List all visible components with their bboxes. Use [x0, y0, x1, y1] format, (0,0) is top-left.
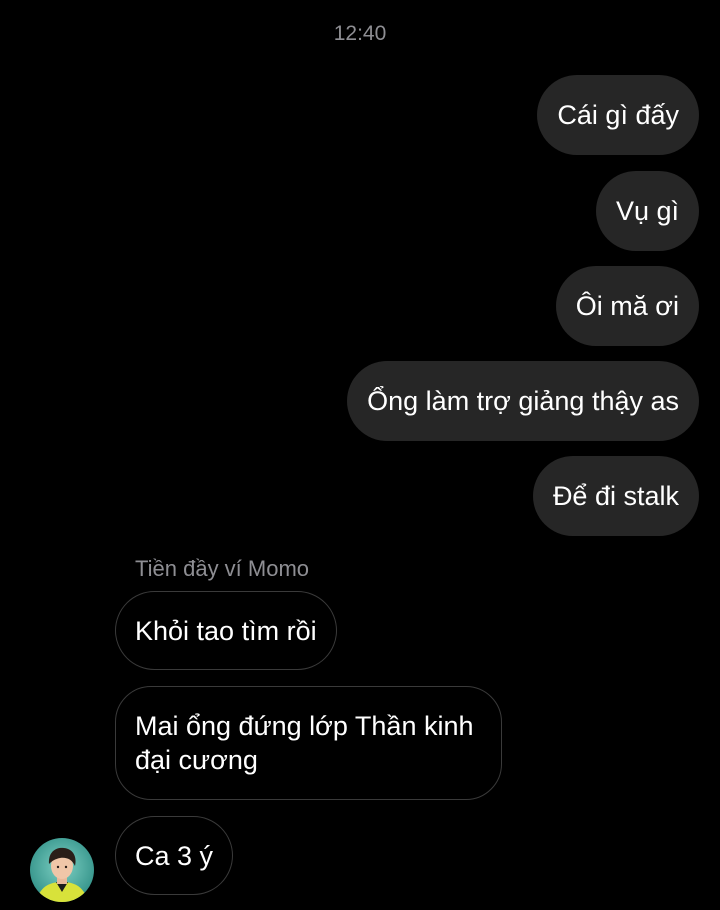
message-text: Ổng làm trợ giảng thậy as	[367, 386, 679, 416]
sent-message-bubble[interactable]: Ôi mă ơi	[555, 266, 699, 346]
message-timestamp: 12:40	[333, 22, 387, 45]
avatar-image	[30, 838, 94, 902]
contact-avatar-icon[interactable]	[30, 838, 94, 902]
message-text: Ca 3 ý	[135, 840, 214, 871]
message-text: Ôi mă ơi	[575, 291, 679, 321]
message-text: Vụ gì	[615, 196, 679, 226]
sent-message-bubble[interactable]: Để đi stalk	[532, 456, 699, 536]
sent-message-bubble[interactable]: Vụ gì	[595, 171, 699, 251]
message-text: Mai ổng đứng lớp Thần kinh đại cương	[135, 711, 474, 775]
message-text: Để đi stalk	[552, 481, 679, 511]
sender-name: Tiền đầy ví Momo	[135, 556, 310, 581]
received-message-bubble[interactable]: Mai ổng đứng lớp Thần kinh đại cương	[115, 686, 502, 800]
received-message-bubble[interactable]: Ca 3 ý	[115, 816, 234, 895]
received-message-bubble[interactable]: Khỏi tao tìm rồi	[115, 591, 337, 670]
message-text: Khỏi tao tìm rồi	[135, 615, 317, 646]
message-text: Cái gì đấy	[557, 100, 679, 130]
sent-message-bubble[interactable]: Cái gì đấy	[537, 75, 699, 155]
sent-message-bubble[interactable]: Ổng làm trợ giảng thậy as	[347, 361, 699, 441]
